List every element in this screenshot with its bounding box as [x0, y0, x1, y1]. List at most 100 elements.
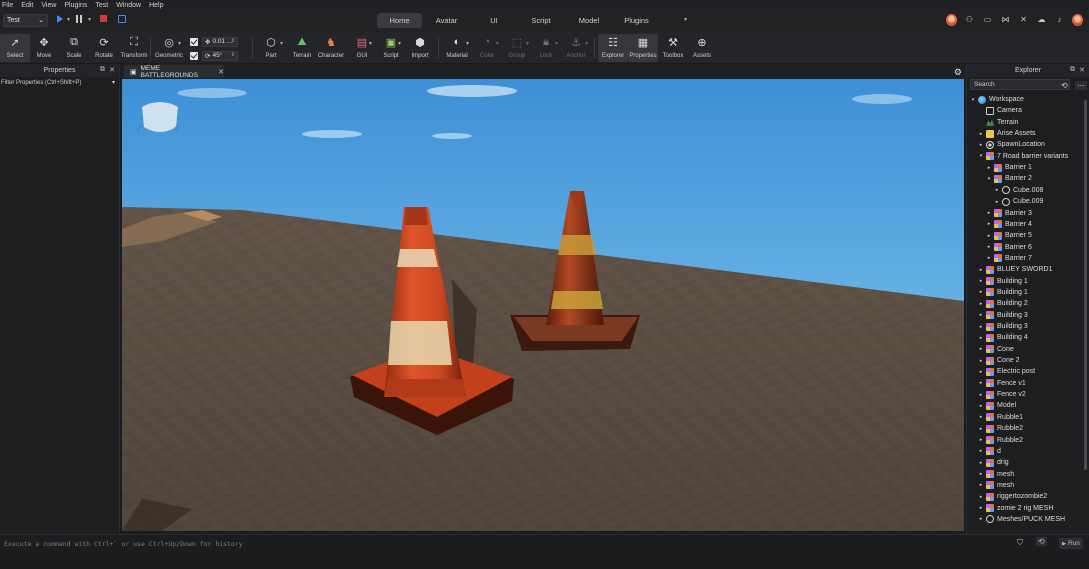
- expand-arrow-icon[interactable]: ▾: [986, 176, 992, 182]
- properties-toggle[interactable]: ▦ Properties: [628, 34, 658, 62]
- collapse-arrow-icon[interactable]: ▸: [986, 255, 992, 261]
- gear-icon[interactable]: ⚙: [954, 67, 962, 78]
- close-icon[interactable]: ✕: [1079, 66, 1085, 74]
- collapse-arrow-icon[interactable]: ▸: [978, 335, 984, 341]
- tab-ui[interactable]: UI: [471, 13, 517, 28]
- menu-item-view[interactable]: View: [41, 2, 56, 9]
- tree-item[interactable]: ▸ zomie 2 rig MESH: [978, 503, 1053, 514]
- collapse-arrow-icon[interactable]: ▸: [978, 414, 984, 420]
- collapse-arrow-icon[interactable]: ▸: [978, 278, 984, 284]
- tree-item[interactable]: Terrain: [978, 117, 1018, 128]
- play-icon[interactable]: [57, 15, 63, 23]
- tree-item[interactable]: ▸ Barrier 3: [986, 208, 1032, 219]
- collapse-arrow-icon[interactable]: ▸: [994, 199, 1000, 205]
- toolbox-toggle[interactable]: ⚒ Toolbox: [658, 34, 688, 60]
- rotate-snap-input[interactable]: ⟳ 45° ⇕: [202, 50, 238, 61]
- more-tabs-icon[interactable]: ▾: [684, 16, 687, 23]
- tree-item[interactable]: ▸ riggertozombie2: [978, 491, 1047, 502]
- tree-item[interactable]: ▸ mesh: [978, 480, 1014, 491]
- tree-item[interactable]: ▸ mesh: [978, 469, 1014, 480]
- character-tool[interactable]: ♞ Character: [316, 34, 346, 60]
- collab-avatar-icon[interactable]: [946, 13, 957, 26]
- explorer-scrollbar[interactable]: [1084, 100, 1087, 470]
- chevron-down-icon[interactable]: ▾: [112, 79, 115, 86]
- run-button[interactable]: ▶ Run: [1059, 538, 1083, 549]
- menu-item-test[interactable]: Test: [95, 2, 108, 9]
- chevron-down-icon[interactable]: ▾: [496, 40, 499, 47]
- tree-item[interactable]: ▸ Building 4: [978, 332, 1028, 343]
- close-icon[interactable]: ✕: [218, 68, 224, 76]
- collapse-arrow-icon[interactable]: ▸: [978, 426, 984, 432]
- tree-item[interactable]: ▸ Rubble2: [978, 423, 1023, 434]
- chevron-down-icon[interactable]: ▾: [67, 16, 70, 23]
- chevron-down-icon[interactable]: ▾: [585, 40, 588, 47]
- tree-item[interactable]: ▸ Electric post: [978, 366, 1035, 377]
- tree-item[interactable]: ▸ Barrier 1: [986, 162, 1032, 173]
- collapse-arrow-icon[interactable]: ▸: [978, 505, 984, 511]
- tree-item[interactable]: ▸ Barrier 5: [986, 230, 1032, 241]
- tree-item[interactable]: ▸ Cone 2: [978, 355, 1020, 366]
- tree-item[interactable]: ▸ Building 3: [978, 321, 1028, 332]
- tree-item[interactable]: ▸ Cube.008: [994, 185, 1043, 196]
- chevron-down-icon[interactable]: ▾: [526, 40, 529, 47]
- undock-icon[interactable]: ⧉: [100, 66, 105, 74]
- collapse-arrow-icon[interactable]: ▸: [978, 267, 984, 273]
- tree-item[interactable]: ▸ Building 2: [978, 298, 1028, 309]
- document-tab[interactable]: ▣ MEME BATTLEGROUNDS ✕: [124, 65, 224, 79]
- collapse-arrow-icon[interactable]: ▸: [986, 233, 992, 239]
- tree-item[interactable]: ▾ Barrier 2: [986, 173, 1032, 184]
- rotate-tool[interactable]: ⟳ Rotate: [89, 34, 119, 60]
- history-icon[interactable]: ⟲: [1061, 81, 1068, 90]
- menu-item-edit[interactable]: Edit: [21, 2, 33, 9]
- terrain-tool[interactable]: ⛰ Terrain: [287, 34, 317, 60]
- tab-avatar[interactable]: Avatar: [422, 13, 471, 28]
- chat-icon[interactable]: ▭: [982, 14, 993, 25]
- bookmark-icon[interactable]: ⛉: [1017, 538, 1023, 548]
- collapse-arrow-icon[interactable]: ▸: [986, 221, 992, 227]
- tree-item[interactable]: ▸ drig: [978, 457, 1009, 468]
- tree-item[interactable]: ▸ Arise Assets: [978, 128, 1036, 139]
- collapse-arrow-icon[interactable]: ▸: [978, 437, 984, 443]
- scale-tool[interactable]: ⧉ Scale: [59, 34, 89, 60]
- move-snap-checkbox[interactable]: [190, 37, 198, 46]
- expand-arrow-icon[interactable]: ▾: [978, 153, 984, 159]
- stepper-icon[interactable]: ⇕: [231, 38, 235, 44]
- collapse-arrow-icon[interactable]: ▸: [978, 312, 984, 318]
- collapse-arrow-icon[interactable]: ▸: [978, 482, 984, 488]
- move-snap-input[interactable]: ✥ 0.01 ... ⇕: [202, 36, 238, 47]
- tree-item[interactable]: ▸ Barrier 7: [986, 253, 1032, 264]
- tree-item[interactable]: ▸ Building 3: [978, 310, 1028, 321]
- collapse-arrow-icon[interactable]: ▸: [986, 244, 992, 250]
- collapse-arrow-icon[interactable]: ▸: [978, 358, 984, 364]
- viewport-scene[interactable]: Z X: [122, 79, 964, 531]
- tab-plugins[interactable]: Plugins: [613, 13, 660, 28]
- undock-icon[interactable]: ⧉: [1070, 66, 1075, 74]
- collapse-arrow-icon[interactable]: ▸: [978, 369, 984, 375]
- tree-item[interactable]: ▸ Rubble1: [978, 412, 1023, 423]
- collapse-arrow-icon[interactable]: ▸: [978, 346, 984, 352]
- tab-home[interactable]: Home: [377, 13, 422, 28]
- tab-model[interactable]: Model: [565, 13, 613, 28]
- close-icon[interactable]: ✕: [109, 66, 115, 74]
- select-tool[interactable]: ➚ Select: [0, 34, 30, 62]
- tree-item[interactable]: ▸ d: [978, 446, 1001, 457]
- chevron-down-icon[interactable]: ▾: [178, 40, 181, 47]
- stop-icon[interactable]: [100, 15, 107, 22]
- command-input[interactable]: Execute a command with Ctrl+` or use Ctr…: [0, 537, 1010, 550]
- collapse-arrow-icon[interactable]: ▸: [978, 301, 984, 307]
- menu-item-window[interactable]: Window: [116, 2, 141, 9]
- collapse-arrow-icon[interactable]: ▸: [978, 380, 984, 386]
- share-icon[interactable]: ⋈: [1000, 14, 1011, 25]
- tree-item[interactable]: ▸ Cube.009: [994, 196, 1043, 207]
- expand-arrow-icon[interactable]: ▾: [970, 97, 976, 103]
- gui-tool[interactable]: ▤ GUI: [347, 34, 377, 60]
- collapse-arrow-icon[interactable]: ▸: [994, 187, 1000, 193]
- more-options-icon[interactable]: ⋯: [1075, 81, 1087, 90]
- explorer-toggle[interactable]: ☷ Explorer: [598, 34, 628, 62]
- cloud-icon[interactable]: ☁: [1036, 14, 1047, 25]
- menu-item-file[interactable]: File: [2, 2, 13, 9]
- tree-item[interactable]: ▸ Barrier 6: [986, 242, 1032, 253]
- menu-item-plugins[interactable]: Plugins: [64, 2, 87, 9]
- 3d-viewport[interactable]: Z X: [122, 79, 964, 531]
- collapse-arrow-icon[interactable]: ▸: [978, 142, 984, 148]
